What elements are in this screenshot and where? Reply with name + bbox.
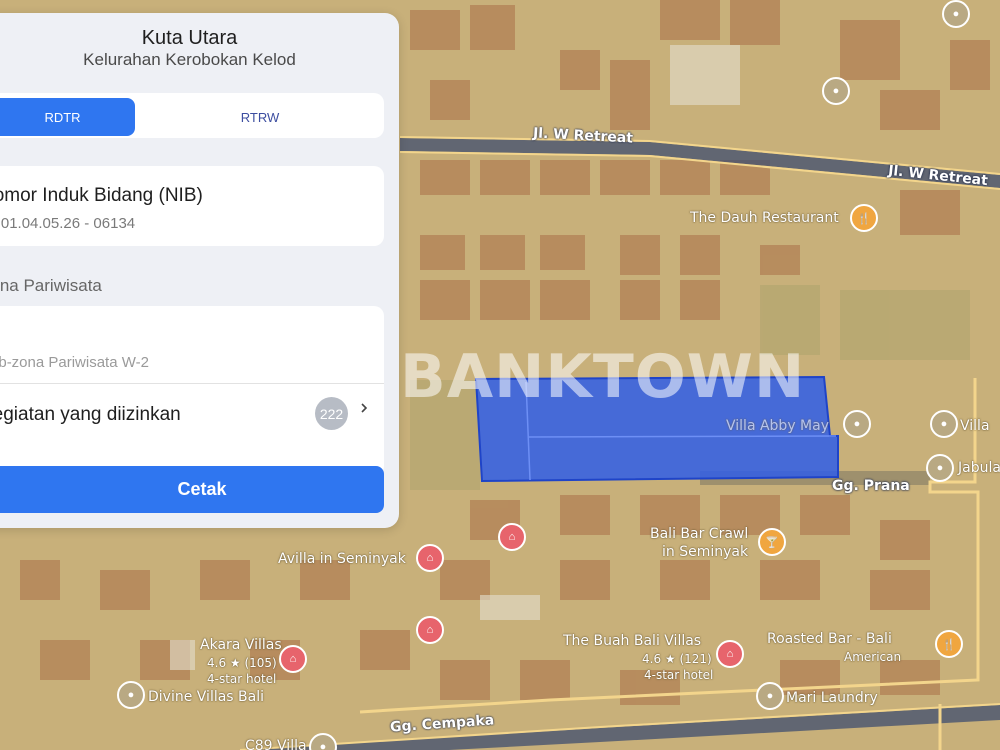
pin-icon[interactable]: ● xyxy=(822,77,850,105)
place-label[interactable]: Akara Villas xyxy=(200,637,282,653)
pin-icon[interactable]: ● xyxy=(117,681,145,709)
pin-icon[interactable]: ● xyxy=(930,410,958,438)
count-badge: 222 xyxy=(315,397,348,430)
tab-rdtr[interactable]: RDTR xyxy=(0,98,135,136)
restaurant-pin-icon[interactable]: 🍴 xyxy=(935,630,963,658)
panel-title: Kuta Utara xyxy=(141,27,238,49)
restaurant-pin-icon[interactable]: 🍴 xyxy=(850,204,878,232)
hotel-pin-icon[interactable]: ⌂ xyxy=(498,523,526,551)
tab-rtrw[interactable]: RTRW xyxy=(140,98,380,136)
place-label[interactable]: Mari Laundry xyxy=(786,690,878,706)
pin-icon[interactable]: ● xyxy=(926,454,954,482)
bar-pin-icon[interactable]: 🍸 xyxy=(758,528,786,556)
place-label[interactable]: Jabula xyxy=(958,460,1000,476)
place-label[interactable]: Villa Abby May xyxy=(726,418,829,434)
road-label: Gg. Prana xyxy=(832,478,910,494)
hotel-pin-icon[interactable]: ⌂ xyxy=(416,616,444,644)
place-rating: 4.6 ★ (121) xyxy=(642,652,712,666)
place-type: 4-star hotel xyxy=(644,668,714,682)
zone-value: Sub-zona Pariwisata W-2 xyxy=(0,354,149,371)
place-type: 4-star hotel xyxy=(207,672,277,686)
place-label[interactable]: C89 Villa xyxy=(245,738,307,750)
zone-card: Sub-zona Pariwisata W-2 Kegiatan yang di… xyxy=(0,306,384,476)
place-label[interactable]: The Buah Bali Villas xyxy=(563,633,701,649)
hotel-pin-icon[interactable]: ⌂ xyxy=(416,544,444,572)
panel-subtitle: Kelurahan Kerobokan Kelod xyxy=(83,50,296,69)
allowed-activities-row[interactable]: Kegiatan yang diizinkan 222 xyxy=(0,384,384,444)
place-label-line2: American xyxy=(844,650,902,664)
place-label[interactable]: Divine Villas Bali xyxy=(148,689,264,705)
zone-section-label: Zona Pariwisata xyxy=(0,276,102,295)
place-label[interactable]: Villa xyxy=(960,418,990,434)
place-label-line2: in Seminyak xyxy=(662,544,749,560)
pin-icon[interactable]: ● xyxy=(942,0,970,28)
nib-card: Nomor Induk Bidang (NIB) 22.01.04.05.26 … xyxy=(0,166,384,246)
place-label[interactable]: The Dauh Restaurant xyxy=(690,210,839,226)
pin-icon[interactable]: ● xyxy=(843,410,871,438)
place-label[interactable]: Avilla in Seminyak xyxy=(278,551,406,567)
nib-label: Nomor Induk Bidang (NIB) xyxy=(0,185,203,206)
info-panel: Kuta Utara Kelurahan Kerobokan Kelod RDT… xyxy=(0,13,399,528)
place-rating: 4.6 ★ (105) xyxy=(207,656,277,670)
allowed-activities-label: Kegiatan yang diizinkan xyxy=(0,404,181,425)
pin-icon[interactable]: ● xyxy=(756,682,784,710)
plan-type-toggle: RDTR RTRW xyxy=(0,93,384,138)
tab-label: RDTR xyxy=(44,109,81,125)
place-label[interactable]: Roasted Bar - Bali xyxy=(767,631,892,647)
watermark: BANKTOWN xyxy=(400,342,806,412)
tab-label: RTRW xyxy=(240,109,280,125)
place-label[interactable]: Bali Bar Crawl xyxy=(650,526,748,542)
chevron-right-icon xyxy=(361,403,368,413)
print-button-label: Cetak xyxy=(177,479,227,499)
hotel-pin-icon[interactable]: ⌂ xyxy=(279,645,307,673)
print-button[interactable]: Cetak xyxy=(0,466,384,513)
nib-value: 22.01.04.05.26 - 06134 xyxy=(0,215,136,232)
hotel-pin-icon[interactable]: ⌂ xyxy=(716,640,744,668)
